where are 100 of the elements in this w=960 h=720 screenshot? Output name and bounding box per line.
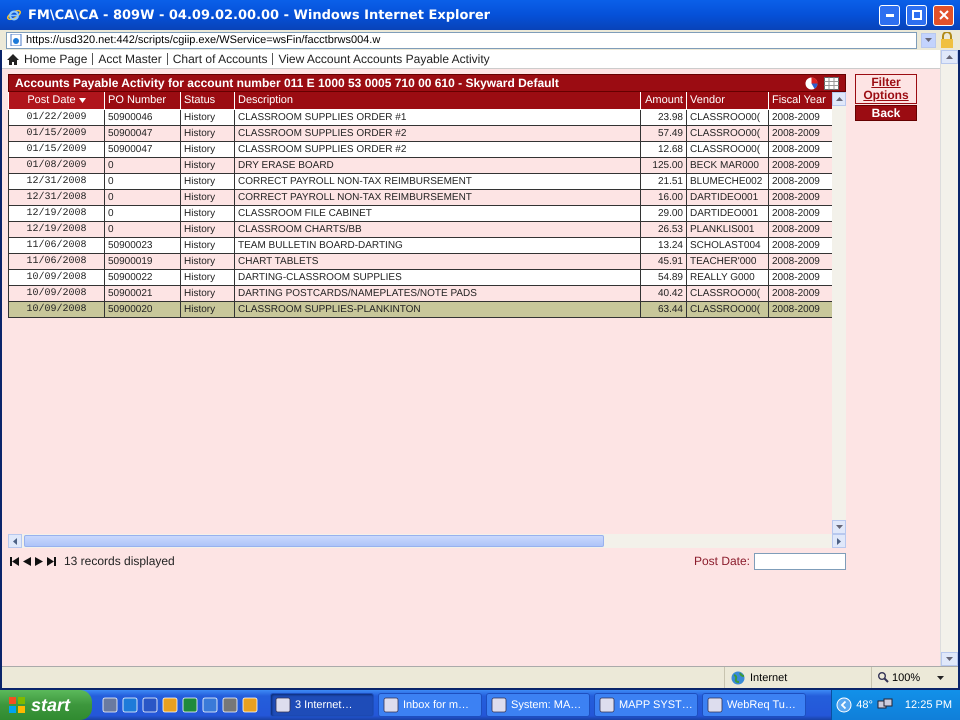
maximize-button[interactable] (906, 4, 927, 26)
taskbar-button[interactable]: System: MA… (486, 693, 590, 717)
table-cell: REALLY G000 (690, 272, 755, 282)
table-cell: CLASSROO00( (690, 304, 760, 314)
minimize-button[interactable] (879, 4, 900, 26)
table-cell: CLASSROOM SUPPLIES ORDER #2 (238, 128, 406, 138)
table-cell: CLASSROO00( (690, 288, 760, 298)
nav-link[interactable]: View Account Accounts Payable Activity (278, 52, 490, 66)
previous-page-icon[interactable] (23, 556, 31, 566)
table-cell: 01/15/2009 (26, 128, 86, 138)
column-header[interactable]: Post Date (8, 92, 104, 109)
table-cell: 23.98 (658, 112, 683, 122)
filter-options-button[interactable]: Filter Options (855, 74, 917, 104)
table-row[interactable]: 11/06/2008 50900023 History TEAM BULLETIN BOARD-DARTING 13.24 SCHOLAST004 2008-2009 (8, 237, 832, 253)
column-header[interactable]: Vendor (686, 92, 768, 109)
table-cell: 0 (108, 176, 114, 186)
up-arrow-icon (946, 55, 953, 59)
table-cell: 12/19/2008 (26, 208, 86, 218)
table-row[interactable]: 01/15/2009 50900047 History CLASSROOM SUPPLIES ORDER #2 12.68 CLASSROO00( 2008-2009 (8, 141, 832, 157)
table-cell: 0 (108, 192, 114, 202)
table-cell: 54.89 (658, 272, 683, 282)
vertical-scrollbar[interactable] (832, 92, 846, 534)
grid-title: Accounts Payable Activity for account number 011 E 1000 53 0005 710 00 610 - Skyward Default (15, 76, 560, 90)
table-cell: 0 (108, 160, 114, 170)
table-row[interactable]: 01/08/2009 0 History DRY ERASE BOARD 125.00 BECK MAR000 2008-2009 (8, 157, 832, 173)
page-icon (10, 34, 22, 46)
table-cell: 29.00 (658, 208, 683, 218)
table-cell: 01/08/2009 (26, 160, 86, 170)
table-cell: CHART TABLETS (238, 256, 318, 266)
dropdown-button[interactable] (921, 32, 936, 48)
post-date-field[interactable] (754, 552, 846, 570)
table-cell: 21.51 (658, 176, 683, 186)
table-cell: CLASSROO00( (690, 128, 760, 138)
left-arrow-icon (13, 538, 17, 544)
start-button[interactable]: start (0, 690, 92, 720)
table-cell: 01/22/2009 (26, 112, 86, 122)
table-row[interactable]: 12/19/2008 0 History CLASSROOM CHARTS/BB 26.53 PLANKLIS001 2008-2009 (8, 221, 832, 237)
table-row[interactable]: 12/31/2008 0 History CORRECT PAYROLL NON-TAX REIMBURSEMENT 16.00 DARTIDEO001 2008-2009 (8, 189, 832, 205)
taskbar-button[interactable]: Inbox for m… (378, 693, 482, 717)
page-scrollbar[interactable] (940, 50, 958, 666)
table-cell: 50900022 (108, 272, 152, 282)
column-header[interactable]: Amount (640, 92, 686, 109)
down-arrow-icon (946, 657, 953, 661)
table-cell: History (184, 144, 216, 154)
sort-down-icon (78, 98, 86, 104)
zoom-control[interactable]: 100% (871, 667, 958, 688)
table-row[interactable]: 12/19/2008 0 History CLASSROOM FILE CABINET 29.00 DARTIDEO001 2008-2009 (8, 205, 832, 221)
up-arrow-icon (836, 97, 842, 101)
nav-link[interactable]: Chart of Accounts (172, 52, 268, 66)
table-cell: 2008-2009 (772, 224, 820, 234)
table-cell: 2008-2009 (772, 144, 820, 154)
table-cell: 01/15/2009 (26, 144, 86, 154)
table-cell: BECK MAR000 (690, 160, 759, 170)
table-cell: History (184, 208, 216, 218)
close-button[interactable] (933, 4, 954, 26)
chevron-icon[interactable] (836, 697, 852, 713)
table-cell: 2008-2009 (772, 192, 820, 202)
table-cell: 50900047 (108, 144, 152, 154)
table-cell: 12.68 (658, 144, 683, 154)
table-cell: CORRECT PAYROLL NON-TAX REIMBURSEMENT (238, 192, 472, 202)
last-page-icon[interactable] (47, 556, 56, 566)
table-row[interactable]: 10/09/2008 50900021 History DARTING POSTCARDS/NAMEPLATES/NOTE PADS 40.42 CLASSROO00( 2008-2009 (8, 285, 832, 301)
windows-logo-icon (8, 696, 26, 714)
taskbar-button[interactable]: MAPP SYST… (594, 693, 698, 717)
table-cell: 2008-2009 (772, 272, 820, 282)
table-row[interactable]: 01/15/2009 50900047 History CLASSROOM SUPPLIES ORDER #2 57.49 CLASSROO00( 2008-2009 (8, 125, 832, 141)
address-field[interactable]: https://usd320.net:442/scripts/cgiip.exe/WService=wsFin/facctbrws004.w (6, 32, 917, 48)
table-cell: TEACHER'000 (690, 256, 756, 266)
right-arrow-icon (837, 538, 841, 544)
table-cell: CLASSROOM SUPPLIES-PLANKINTON (238, 304, 421, 314)
table-cell: DARTIDEO001 (690, 192, 758, 202)
table-row[interactable]: 01/22/2009 50900046 History CLASSROOM SUPPLIES ORDER #1 23.98 CLASSROO00( 2008-2009 (8, 109, 832, 125)
next-page-icon[interactable] (35, 556, 43, 566)
taskbar-button[interactable]: 3 Internet… (270, 693, 374, 717)
home-icon[interactable] (7, 54, 19, 64)
table-row[interactable]: 12/31/2008 0 History CORRECT PAYROLL NON-TAX REIMBURSEMENT 21.51 BLUMECHE002 2008-2009 (8, 173, 832, 189)
nav-link[interactable]: Acct Master (98, 52, 162, 66)
clock: 12:25 PM (904, 699, 952, 711)
table-cell: CLASSROO00( (690, 144, 760, 154)
table-cell: History (184, 128, 216, 138)
table-row[interactable]: 10/09/2008 50900020 History CLASSROOM SUPPLIES-PLANKINTON 63.44 CLASSROO00( 2008-2009 (8, 301, 832, 317)
window-icon (707, 697, 723, 713)
column-header[interactable]: Fiscal Year (768, 92, 832, 109)
horizontal-scrollbar[interactable] (8, 534, 846, 548)
nav-link[interactable]: Home Page (24, 52, 88, 66)
table-cell: 50900021 (108, 288, 152, 298)
taskbar-button[interactable]: WebReq Tu… (702, 693, 806, 717)
table-cell: 50900019 (108, 256, 152, 266)
table-cell: 50900046 (108, 112, 152, 122)
window-title: FM\CA\CA - 809W - 04.09.02.00.00 - Windows Internet Explorer (28, 8, 492, 22)
column-header[interactable]: Description (234, 92, 640, 109)
first-page-icon[interactable] (10, 556, 19, 566)
table-row[interactable]: 11/06/2008 50900019 History CHART TABLETS 45.91 TEACHER'000 2008-2009 (8, 253, 832, 269)
table-cell: 2008-2009 (772, 256, 820, 266)
column-header[interactable]: Status (180, 92, 234, 109)
lock-icon (940, 32, 954, 48)
back-button[interactable]: Back (855, 105, 917, 121)
column-header[interactable]: PO Number (104, 92, 180, 109)
table-row[interactable]: 10/09/2008 50900022 History DARTING-CLASSROOM SUPPLIES 54.89 REALLY G000 2008-2009 (8, 269, 832, 285)
pie-chart-icon[interactable] (805, 76, 818, 90)
